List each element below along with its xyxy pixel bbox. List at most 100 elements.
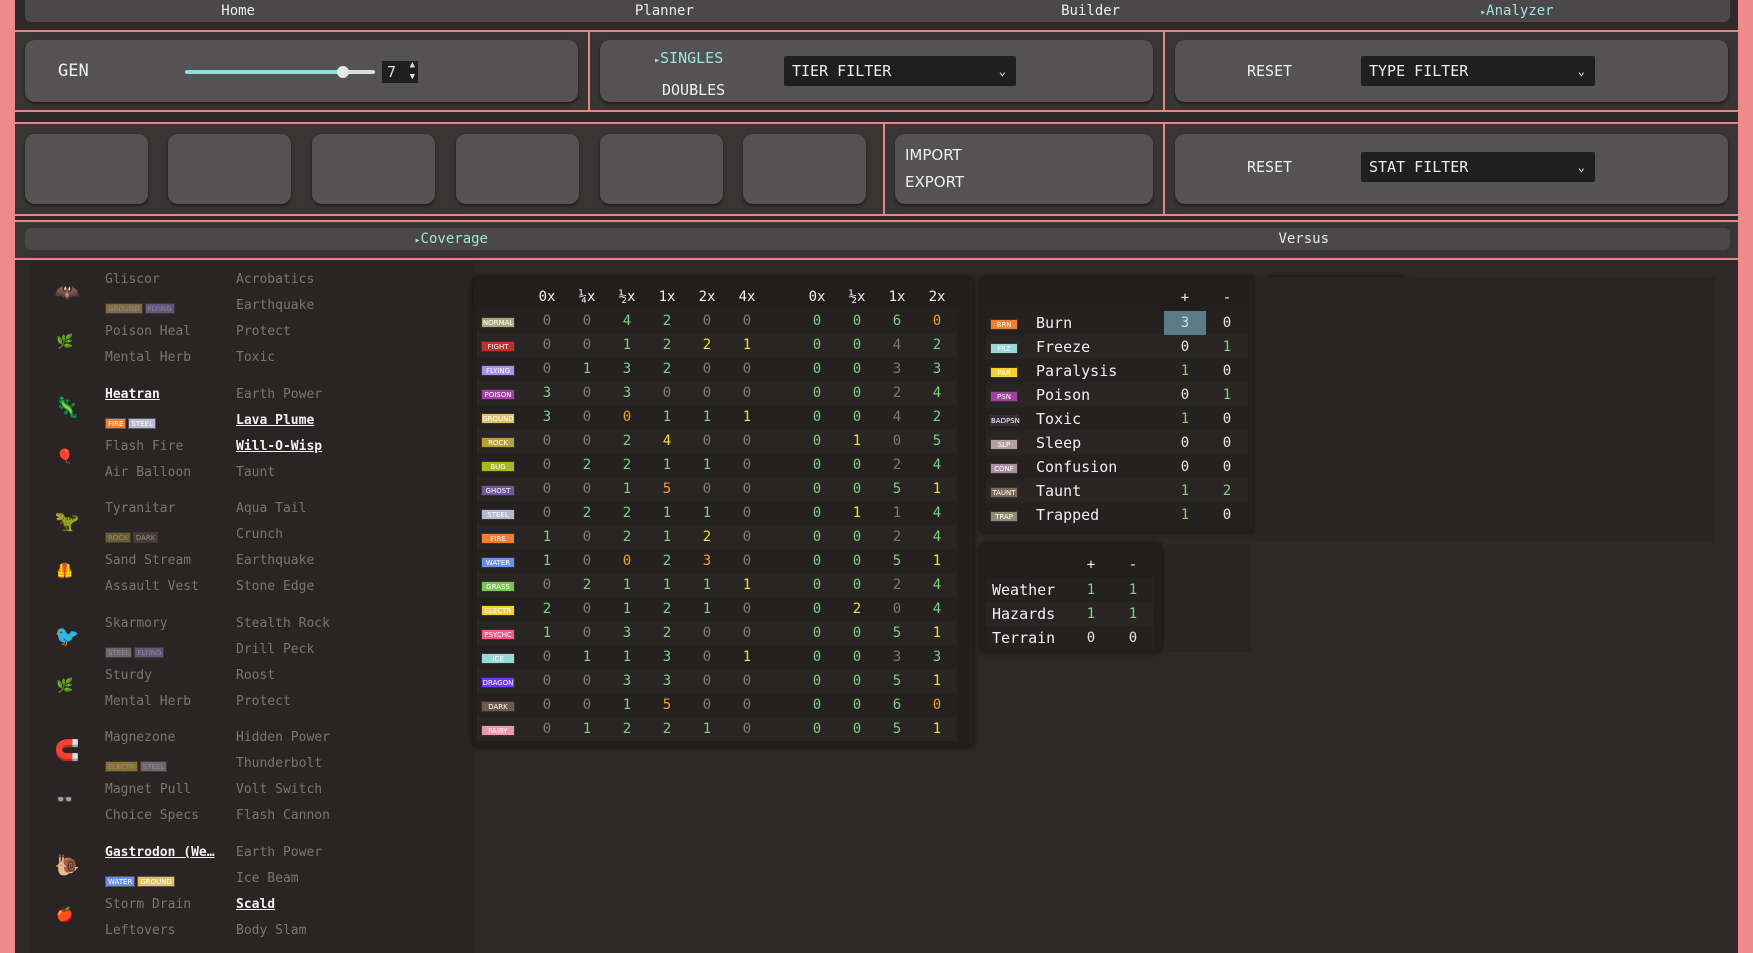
coverage-row: ELECTR 2 0 1 2 1 0 0 2 0 4 (477, 597, 957, 621)
move-label[interactable]: Earth Power (236, 387, 322, 402)
import-export-cell: IMPORT EXPORT (885, 124, 1165, 214)
coverage-value: 0 (812, 337, 822, 353)
coverage-value: 4 (892, 337, 902, 353)
coverage-value: 1 (702, 505, 712, 521)
pokemon-name[interactable]: Gastrodon (We… (105, 845, 215, 860)
team-slot-6[interactable] (743, 134, 866, 204)
move-label[interactable]: Ice Beam (236, 871, 299, 886)
coverage-value: 1 (702, 601, 712, 617)
nav-builder[interactable]: Builder (878, 0, 1304, 22)
team-slot-5[interactable] (600, 134, 723, 204)
move-label[interactable]: Crunch (236, 527, 283, 542)
coverage-value: 0 (742, 433, 752, 449)
pokemon-name[interactable]: Gliscor (105, 272, 160, 287)
coverage-value: 4 (932, 505, 942, 521)
move-label[interactable]: Flash Cannon (236, 808, 330, 823)
move-label[interactable]: Earthquake (236, 298, 314, 313)
move-label[interactable]: Toxic (236, 350, 275, 365)
offense-header: ½x (848, 289, 866, 305)
move-label[interactable]: Stone Edge (236, 579, 314, 594)
coverage-row: NORMAL 0 0 4 2 0 0 0 0 6 0 (477, 309, 957, 333)
status-panel: + - BRN Burn 3 0 FRZ Freeze 0 1 PAR Paralysis 1 0 PSN P… (980, 277, 1256, 533)
move-label[interactable]: Protect (236, 694, 291, 709)
coverage-value: 1 (932, 481, 942, 497)
coverage-value: 0 (542, 697, 552, 713)
move-label[interactable]: Roost (236, 668, 275, 683)
gen-number-input[interactable]: 7 ▲ ▼ (382, 59, 418, 83)
chevron-down-icon: ⌄ (1577, 160, 1585, 174)
spacer (986, 552, 1070, 578)
team-slot-2[interactable] (168, 134, 291, 204)
status-badge: BADPSN (990, 415, 1020, 426)
stat-filter-select[interactable]: STAT FILTER ⌄ (1361, 152, 1595, 182)
status-badge-cell: CONF (986, 455, 1036, 479)
team-slot-1[interactable] (25, 134, 148, 204)
singles-button[interactable]: ▸SINGLES (654, 49, 723, 67)
move-label[interactable]: Taunt (236, 465, 275, 480)
status-badge-cell: TRAP (986, 503, 1036, 527)
type-badge: ICE (481, 653, 515, 664)
reset-stat-button[interactable]: RESET (1247, 158, 1292, 176)
status-badge-cell: PAR (986, 359, 1036, 383)
move-label[interactable]: Earth Power (236, 845, 322, 860)
move-label[interactable]: Scald (236, 897, 275, 912)
tab-coverage[interactable]: ▸Coverage (25, 228, 878, 250)
nav-home[interactable]: Home (25, 0, 451, 22)
type-cell: GRASS (477, 573, 527, 597)
status-name: Trapped (1036, 506, 1100, 524)
move-label[interactable]: Drill Peck (236, 642, 314, 657)
export-button[interactable]: EXPORT (905, 173, 964, 191)
team-slot-3[interactable] (312, 134, 435, 204)
pokemon-name[interactable]: Magnezone (105, 730, 175, 745)
status-badge: SLP (990, 439, 1018, 450)
status-minus: 0 (1222, 435, 1232, 451)
move-label[interactable]: Body Slam (236, 923, 306, 938)
move-label[interactable]: Protect (236, 324, 291, 339)
doubles-button[interactable]: DOUBLES (662, 81, 725, 99)
move-label[interactable]: Earthquake (236, 553, 314, 568)
move-label[interactable]: Hidden Power (236, 730, 330, 745)
move-label[interactable]: Lava Plume (236, 413, 314, 428)
tab-versus[interactable]: Versus (878, 228, 1731, 250)
move-label[interactable]: Stealth Rock (236, 616, 330, 631)
type-badge: DARK (481, 701, 515, 712)
type-cell: GHOST (477, 477, 527, 501)
pokemon-name[interactable]: Heatran (105, 387, 160, 402)
type-cell: DRAGON (477, 669, 527, 693)
herb-icon: 🌿 (56, 677, 74, 694)
team-slot-4[interactable] (456, 134, 579, 204)
type-badges: FIRE STEEL (105, 414, 158, 430)
type-badge: ELECTR (481, 605, 515, 616)
gen-card: GEN 7 ▲ ▼ (25, 40, 578, 102)
reset-type-button[interactable]: RESET (1247, 62, 1292, 80)
coverage-value: 0 (702, 649, 712, 665)
gen-slider-handle[interactable] (336, 66, 349, 78)
coverage-value: 0 (812, 505, 822, 521)
pokemon-name[interactable]: Tyranitar (105, 501, 175, 516)
coverage-value: 0 (812, 601, 822, 617)
coverage-value: 3 (542, 409, 552, 425)
defense-header: 1x (658, 289, 676, 305)
field-name: Weather (992, 581, 1056, 599)
type-badge: FAIRY (481, 725, 515, 736)
field-minus: 1 (1128, 606, 1138, 622)
pokemon-name[interactable]: Skarmory (105, 616, 168, 631)
coverage-value: 2 (892, 457, 902, 473)
nav-analyzer[interactable]: ▸Analyzer (1304, 0, 1730, 22)
move-label[interactable]: Aqua Tail (236, 501, 306, 516)
import-button[interactable]: IMPORT (905, 146, 962, 164)
move-label[interactable]: Volt Switch (236, 782, 322, 797)
coverage-value: 1 (622, 697, 632, 713)
nav-planner[interactable]: Planner (451, 0, 877, 22)
move-label[interactable]: Acrobatics (236, 272, 314, 287)
type-filter-select[interactable]: TYPE FILTER ⌄ (1361, 56, 1595, 86)
move-label[interactable]: Will-O-Wisp (236, 439, 322, 454)
coverage-value: 2 (582, 457, 592, 473)
coverage-value: 1 (702, 721, 712, 737)
stepper-icon[interactable]: ▲ ▼ (410, 59, 415, 83)
tier-filter-select[interactable]: TIER FILTER ⌄ (784, 56, 1016, 86)
move-label[interactable]: Thunderbolt (236, 756, 322, 771)
status-column-header: + (1180, 290, 1190, 306)
status-row: PAR Paralysis 1 0 (986, 359, 1248, 383)
type-badge: STEEL (481, 509, 515, 520)
